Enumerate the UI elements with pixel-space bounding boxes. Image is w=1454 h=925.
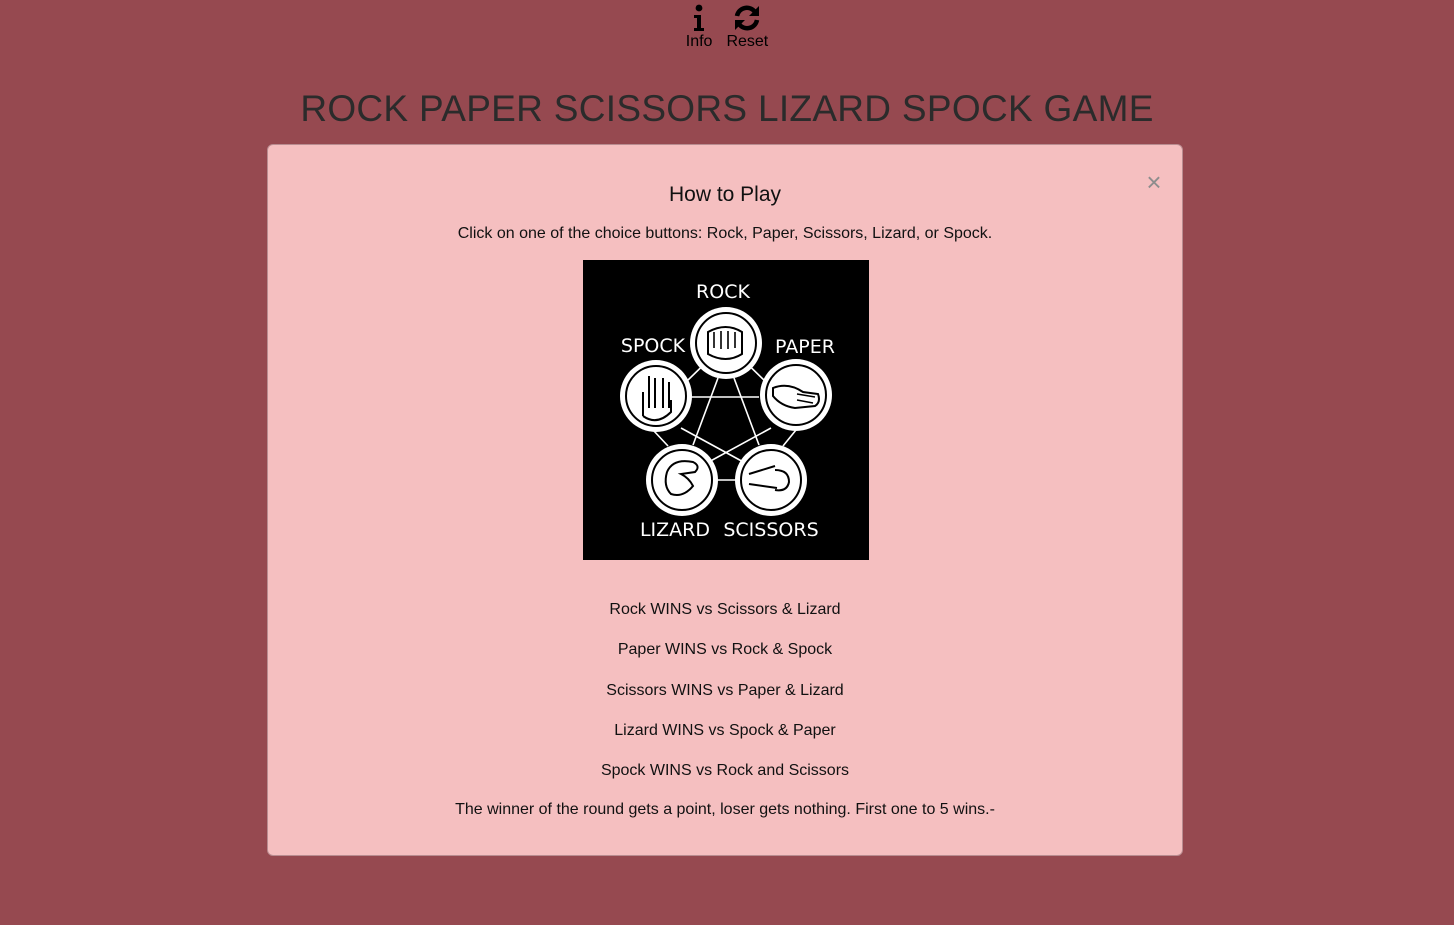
how-to-play-modal: × How to Play Click on one of the choice… bbox=[267, 144, 1183, 856]
page-title: ROCK PAPER SCISSORS LIZARD SPOCK GAME bbox=[300, 88, 1154, 129]
modal-title: How to Play bbox=[668, 183, 782, 206]
rule-rock: Rock WINS vs Scissors & Lizard bbox=[609, 601, 841, 618]
diagram-label-paper: PAPER bbox=[775, 336, 835, 358]
paper-hand-icon bbox=[760, 359, 832, 431]
diagram-label-scissors: SCISSORS bbox=[723, 519, 818, 541]
diagram-label-lizard: LIZARD bbox=[640, 519, 710, 541]
rule-paper: Paper WINS vs Rock & Spock bbox=[617, 641, 833, 659]
info-label: Info bbox=[685, 33, 713, 50]
rules-list: Rock WINS vs Scissors & Lizard Paper WIN… bbox=[268, 600, 1182, 801]
rule-lizard: Lizard WINS vs Spock & Paper bbox=[614, 721, 836, 739]
reset-label: Reset bbox=[726, 33, 769, 50]
info-icon bbox=[692, 2, 706, 32]
lizard-hand-icon bbox=[646, 444, 718, 516]
info-button[interactable]: Info bbox=[685, 2, 713, 51]
diagram-label-spock: SPOCK bbox=[621, 335, 686, 357]
spock-hand-icon bbox=[620, 360, 692, 432]
rpsls-diagram: ROCK PAPER SPOCK LIZARD SCISSORS bbox=[583, 260, 869, 560]
scissors-hand-icon bbox=[735, 444, 807, 516]
diagram-label-rock: ROCK bbox=[696, 281, 750, 303]
rule-spock: Spock WINS vs Rock and Scissors bbox=[600, 762, 850, 780]
modal-footer-text: The winner of the round gets a point, lo… bbox=[455, 801, 995, 818]
top-nav: Info Reset bbox=[0, 2, 1454, 51]
reset-button[interactable]: Reset bbox=[726, 2, 768, 51]
modal-intro: Click on one of the choice buttons: Rock… bbox=[457, 225, 993, 242]
refresh-icon bbox=[732, 2, 762, 32]
rock-hand-icon bbox=[690, 307, 762, 379]
rule-scissors: Scissors WINS vs Paper & Lizard bbox=[606, 681, 844, 699]
